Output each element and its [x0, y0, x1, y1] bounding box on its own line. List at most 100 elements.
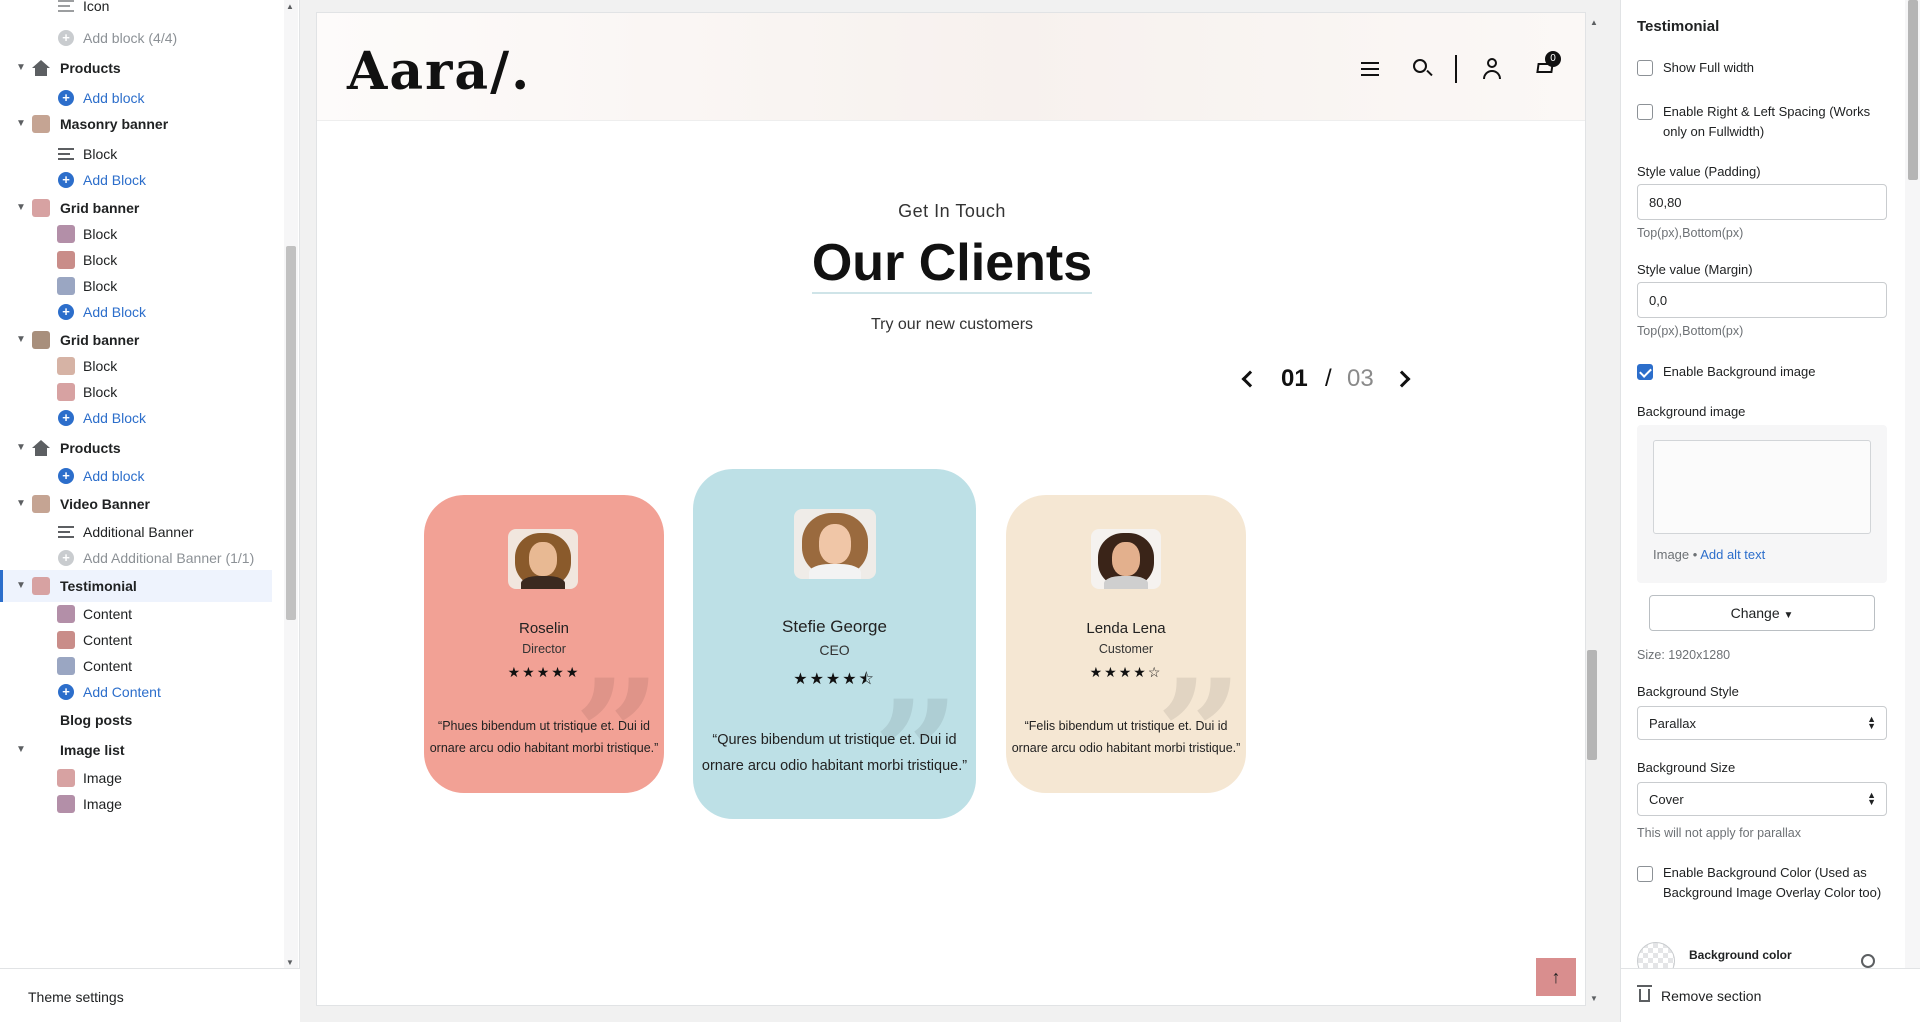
change-image-button[interactable]: Change ▼	[1649, 595, 1875, 631]
store-preview: Aara/. 0 Get In Touch Our Clients Try ou…	[316, 12, 1586, 1006]
section-sidebar: Icon + Add block (4/4) ▼ Products + Add block ▼…	[0, 0, 300, 1022]
plus-icon: +	[56, 682, 76, 702]
store-logo[interactable]: Aara/.	[347, 41, 531, 102]
sidebar-item-label: Testimonial	[60, 578, 137, 594]
account-icon[interactable]	[1481, 57, 1505, 81]
testimonial-card-featured: ” Stefie George CEO ★★★★⯪ “Qures bibendu…	[693, 469, 976, 819]
preview-scrollbar[interactable]	[1584, 12, 1600, 1006]
image-thumb	[31, 330, 51, 350]
select-arrows-icon: ▲ ▼	[1867, 790, 1876, 807]
caret-down-icon[interactable]: ▼	[16, 499, 26, 509]
sidebar-item-label: Add block	[83, 468, 145, 484]
sidebar-scrollbar[interactable]	[284, 0, 298, 968]
bg-color-swatch[interactable]	[1637, 942, 1675, 968]
add-alt-text-link[interactable]: Add alt text	[1700, 547, 1765, 562]
show-full-width-checkbox[interactable]	[1637, 60, 1653, 76]
client-name: Roselin	[518, 620, 570, 637]
sidebar-item-label: Add Block	[83, 304, 147, 320]
image-thumb	[31, 114, 51, 134]
caret-down-icon: ▼	[1783, 610, 1794, 621]
plus-icon: +	[56, 408, 76, 428]
sidebar-item[interactable]: Image	[0, 788, 272, 820]
bg-image-label: Background image	[1637, 404, 1746, 419]
caret-down-icon[interactable]: ▼	[16, 63, 26, 73]
image-type-text: Image	[1653, 547, 1690, 562]
sidebar-item-label: Add block	[83, 90, 145, 106]
plus-icon: +	[56, 302, 76, 322]
sidebar-item[interactable]: + Add Block	[0, 402, 272, 434]
sidebar-item[interactable]: ▼ Products	[0, 52, 272, 84]
client-role: Customer	[1098, 642, 1154, 656]
caret-down-icon[interactable]: ▼	[16, 745, 26, 755]
testimonial-card: ” Lenda Lena Customer ★★★★☆ “Felis biben…	[1006, 495, 1246, 793]
avatar	[1091, 529, 1161, 589]
plus-icon: +	[56, 548, 76, 568]
margin-input[interactable]: 0,0	[1637, 282, 1887, 318]
client-name: Lenda Lena	[1086, 620, 1166, 637]
sidebar-item[interactable]: Blog posts	[0, 704, 272, 736]
margin-label: Style value (Margin)	[1637, 262, 1753, 277]
enable-spacing-label: Enable Right & Left Spacing (Works only …	[1663, 104, 1871, 139]
search-icon[interactable]	[1411, 57, 1435, 81]
scroll-down-icon[interactable]: ▼	[1590, 994, 1598, 1003]
margin-help: Top(px),Bottom(px)	[1637, 324, 1744, 338]
padding-label: Style value (Padding)	[1637, 164, 1761, 179]
image-thumb	[56, 224, 76, 244]
preview-scroll-thumb[interactable]	[1587, 650, 1597, 760]
scroll-down-icon[interactable]: ▼	[286, 958, 294, 967]
sidebar-item-label: Add Block	[83, 410, 147, 426]
sidebar-item-label: Block	[83, 278, 118, 294]
prev-arrow-icon[interactable]	[1241, 370, 1259, 388]
remove-section-button[interactable]: Remove section	[1621, 968, 1920, 1022]
next-arrow-icon[interactable]	[1393, 370, 1411, 388]
bg-size-value: Cover	[1649, 792, 1684, 807]
padding-input[interactable]: 80,80	[1637, 184, 1887, 220]
client-role: Director	[522, 642, 566, 656]
plus-icon: +	[56, 170, 76, 190]
caret-down-icon[interactable]: ▼	[16, 581, 26, 591]
sidebar-item[interactable]: ▼ Masonry banner	[0, 108, 272, 140]
caret-down-icon[interactable]: ▼	[16, 119, 26, 129]
menu-icon[interactable]	[1359, 57, 1383, 81]
scroll-up-icon[interactable]: ▲	[1590, 18, 1598, 27]
caret-down-icon[interactable]: ▼	[16, 335, 26, 345]
enable-spacing-checkbox[interactable]	[1637, 104, 1653, 120]
theme-settings-button[interactable]: Theme settings	[0, 968, 300, 1022]
scroll-up-icon[interactable]: ▲	[286, 2, 294, 11]
lines-icon	[56, 144, 76, 164]
sidebar-item[interactable]: Icon	[0, 0, 272, 22]
sidebar-item-label: Additional Banner	[83, 524, 194, 540]
bg-image-thumbnail[interactable]	[1653, 440, 1871, 534]
bg-style-select[interactable]: Parallax ▲ ▼	[1637, 706, 1887, 740]
sidebar-scroll-thumb[interactable]	[286, 246, 296, 620]
settings-panel: Testimonial Show Full width Enable Right…	[1620, 0, 1920, 1022]
dynamic-source-icon[interactable]	[1861, 954, 1875, 968]
caret-down-icon[interactable]: ▼	[16, 443, 26, 453]
change-button-label: Change	[1730, 605, 1780, 621]
sidebar-item-label: Add Content	[83, 684, 161, 700]
client-name: Stefie George	[782, 617, 887, 636]
padding-help: Top(px),Bottom(px)	[1637, 226, 1744, 240]
sidebar-item[interactable]: + Add block (4/4)	[0, 22, 272, 54]
sidebar-item-label: Block	[83, 358, 118, 374]
bg-size-select[interactable]: Cover ▲ ▼	[1637, 782, 1887, 816]
enable-bg-color-checkbox[interactable]	[1637, 866, 1653, 882]
theme-editor: Icon + Add block (4/4) ▼ Products + Add block ▼…	[0, 0, 1920, 1022]
caret-down-icon[interactable]: ▼	[16, 203, 26, 213]
panel-scrollbar[interactable]	[1905, 0, 1920, 968]
testimonial-card: ” Roselin Director ★★★★★ “Phues bibendum…	[424, 495, 664, 793]
sidebar-item-label: Masonry banner	[60, 116, 169, 132]
plus-icon: +	[56, 28, 76, 48]
sidebar-item-label: Image	[83, 770, 122, 786]
panel-scroll-thumb[interactable]	[1908, 0, 1918, 180]
sidebar-item-label: Block	[83, 226, 118, 242]
image-thumb	[56, 768, 76, 788]
section-subheading: Try our new customers	[870, 316, 1034, 333]
image-thumb	[56, 604, 76, 624]
enable-bg-image-checkbox[interactable]	[1637, 364, 1653, 380]
sidebar-item-label: Products	[60, 440, 121, 456]
client-quote: “Felis bibendum ut tristique et. Dui id …	[1011, 719, 1241, 755]
sidebar-item-label: Video Banner	[60, 496, 150, 512]
back-to-top-button[interactable]: ↑	[1536, 958, 1576, 996]
sidebar-item-label: Block	[83, 146, 118, 162]
